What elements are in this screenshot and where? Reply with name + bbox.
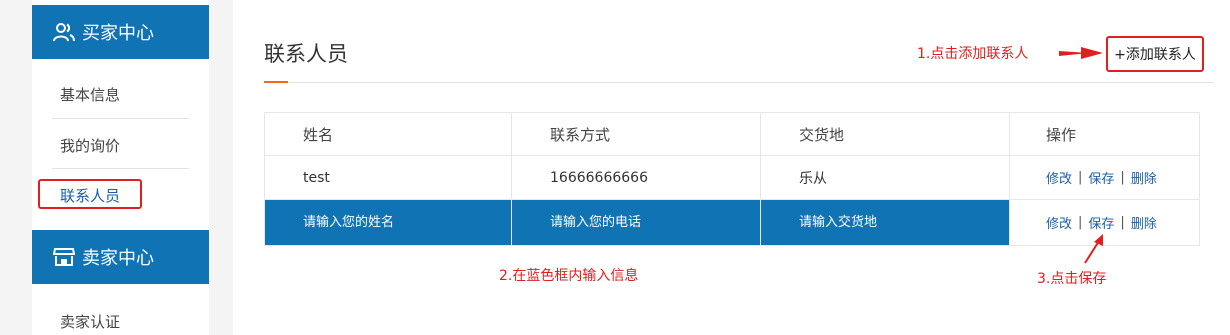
edit-link[interactable]: 修改: [1046, 168, 1072, 187]
delete-link[interactable]: 删除: [1131, 213, 1157, 232]
sidebar-item-basic-info[interactable]: 基本信息: [60, 84, 120, 105]
sidebar-item-my-inquiry[interactable]: 我的询价: [60, 135, 120, 156]
title-accent-bar: [264, 81, 288, 83]
table-header-row: 姓名 联系方式 交货地 操作: [264, 112, 1200, 156]
column-header-phone: 联系方式: [512, 113, 761, 155]
action-separator: |: [1078, 170, 1083, 185]
sidebar: 买家中心 基本信息 我的询价 联系人员 卖家中心 卖家认证: [32, 0, 209, 335]
add-contact-button[interactable]: +添加联系人: [1106, 36, 1204, 72]
name-input[interactable]: [303, 207, 503, 238]
cell-phone: 16666666666: [512, 156, 761, 199]
sidebar-item-contacts[interactable]: 联系人员: [60, 185, 120, 206]
divider: [52, 118, 189, 119]
annotation-step-3: 3.点击保存: [1037, 271, 1107, 287]
cell-actions-edit: 修改 | 保存 | 删除: [1010, 200, 1200, 245]
arrow-right-icon: [1059, 47, 1103, 59]
divider: [52, 168, 189, 169]
page-title: 联系人员: [264, 42, 348, 66]
table-edit-row: 修改 | 保存 | 删除: [264, 200, 1200, 246]
column-header-actions: 操作: [1010, 113, 1200, 155]
sidebar-item-seller-certification[interactable]: 卖家认证: [60, 311, 120, 332]
store-icon: [52, 245, 76, 269]
cell-name: test: [264, 156, 512, 199]
seller-center-label: 卖家中心: [82, 248, 154, 269]
user-group-icon: [52, 20, 76, 44]
action-separator: |: [1120, 215, 1125, 230]
delete-link[interactable]: 删除: [1131, 168, 1157, 187]
row-actions: 修改 | 保存 | 删除: [1046, 168, 1157, 187]
column-header-delivery: 交货地: [761, 113, 1010, 155]
delivery-input[interactable]: [799, 207, 999, 238]
buyer-center-header[interactable]: 买家中心: [32, 5, 209, 59]
save-link[interactable]: 保存: [1088, 168, 1114, 187]
annotation-step-2: 2.在蓝色框内输入信息: [499, 268, 639, 284]
row-actions: 修改 | 保存 | 删除: [1046, 213, 1157, 232]
edit-link[interactable]: 修改: [1046, 213, 1072, 232]
table-row: test 16666666666 乐从 修改 | 保存 | 删除: [264, 156, 1200, 200]
buyer-center-label: 买家中心: [82, 23, 154, 44]
seller-center-header[interactable]: 卖家中心: [32, 230, 209, 284]
cell-phone-edit: [512, 200, 761, 245]
save-link[interactable]: 保存: [1088, 213, 1114, 232]
title-divider: [264, 82, 1214, 83]
contacts-table: 姓名 联系方式 交货地 操作 test 16666666666 乐从 修改 | …: [264, 112, 1200, 246]
annotation-step-1: 1.点击添加联系人: [917, 46, 1029, 62]
action-separator: |: [1078, 215, 1083, 230]
cell-name-edit: [264, 200, 512, 245]
main-panel: 联系人员 1.点击添加联系人 +添加联系人 姓名 联系方式 交货地 操作 tes…: [233, 0, 1230, 335]
cell-delivery-edit: [761, 200, 1010, 245]
cell-actions: 修改 | 保存 | 删除: [1010, 156, 1200, 199]
action-separator: |: [1120, 170, 1125, 185]
column-header-name: 姓名: [264, 113, 512, 155]
phone-input[interactable]: [550, 207, 750, 238]
cell-delivery: 乐从: [761, 156, 1010, 199]
